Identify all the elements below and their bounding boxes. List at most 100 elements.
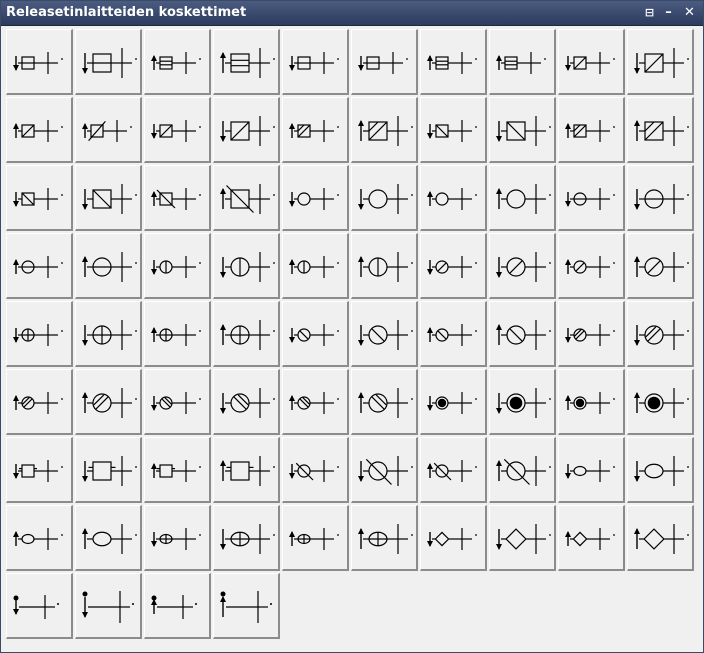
symbol-button-contact-large-ellipse-line-down[interactable] [627, 437, 694, 503]
symbol-button-contact-large-square-slash-down-b[interactable] [213, 97, 280, 163]
symbol-button-contact-small-ellipse-cross-up[interactable] [282, 505, 349, 571]
contact-small-square-split-up-c-icon [496, 52, 546, 74]
symbol-button-contact-small-circle-filled-down[interactable] [420, 369, 487, 435]
symbol-button-contact-large-square-backslash-down[interactable] [489, 97, 556, 163]
symbol-button-contact-small-square-slash-down[interactable] [558, 29, 625, 95]
symbol-button-contact-small-circle-backslash-down[interactable] [282, 301, 349, 367]
symbol-button-contact-small-square-lamp-down[interactable] [6, 437, 73, 503]
symbol-button-contact-small-ellipse-line-up[interactable] [6, 505, 73, 571]
symbol-button-contact-small-ellipse-cross-down[interactable] [144, 505, 211, 571]
symbol-button-contact-large-circle-up[interactable] [489, 165, 556, 231]
minimize-button[interactable]: – [660, 4, 677, 21]
symbol-button-contact-small-circle-down[interactable] [282, 165, 349, 231]
symbol-button-contact-small-circle-v-down[interactable] [144, 233, 211, 299]
symbol-button-contact-small-circle-longslash-up[interactable] [420, 437, 487, 503]
symbol-button-contact-large-square-hatch-up[interactable] [351, 97, 418, 163]
symbol-button-contact-small-square-split-up-b[interactable] [420, 29, 487, 95]
symbol-button-contact-small-circle-backslash-up[interactable] [420, 301, 487, 367]
symbol-button-contact-large-diamond-up[interactable] [627, 505, 694, 571]
symbol-button-contact-large-ellipse-cross-down[interactable] [213, 505, 280, 571]
symbol-button-contact-large-circle-longslash-down[interactable] [351, 437, 418, 503]
symbol-button-contact-small-circle-hatch-down[interactable] [558, 301, 625, 367]
symbol-button-contact-large-circle-backslash-down[interactable] [351, 301, 418, 367]
symbol-button-contact-large-square-split-up[interactable] [213, 29, 280, 95]
symbol-button-contact-small-circle-h-down[interactable] [558, 165, 625, 231]
symbol-button-contact-large-ellipse-cross-up[interactable] [351, 505, 418, 571]
contact-large-circle-h-down-icon [634, 184, 689, 214]
symbol-button-contact-large-square-backslash-up-long[interactable] [213, 165, 280, 231]
symbol-button-contact-plain-up[interactable] [144, 573, 211, 639]
symbol-button-contact-large-square-down[interactable] [75, 29, 142, 95]
symbol-button-contact-small-diamond-up[interactable] [558, 505, 625, 571]
symbol-button-contact-large-circle-filled-down[interactable] [489, 369, 556, 435]
symbol-button-contact-large-square-lamp-down[interactable] [75, 437, 142, 503]
symbol-button-contact-small-circle-up[interactable] [420, 165, 487, 231]
symbol-button-contact-small-circle-cross-up[interactable] [144, 301, 211, 367]
symbol-button-contact-small-square-lamp-up[interactable] [144, 437, 211, 503]
contact-small-square-slash-down-icon [565, 52, 615, 74]
symbol-button-contact-small-square-backslash-up-long[interactable] [144, 165, 211, 231]
symbol-button-contact-large-circle-v-down[interactable] [213, 233, 280, 299]
symbol-button-contact-large-circle-h-up[interactable] [75, 233, 142, 299]
symbol-button-contact-large-circle-v-up[interactable] [351, 233, 418, 299]
symbol-button-contact-large-circle-h-down[interactable] [627, 165, 694, 231]
symbol-button-contact-small-circle-longslash-down[interactable] [282, 437, 349, 503]
pin-icon[interactable]: ⊟ [641, 4, 658, 21]
contact-palette-window: Releasetinlaitteiden koskettimet ⊟ – ✕ [0, 0, 704, 653]
symbol-button-contact-small-square-split-up-c[interactable] [489, 29, 556, 95]
symbol-button-contact-small-square-backslash-down-c[interactable] [6, 165, 73, 231]
close-button[interactable]: ✕ [681, 4, 698, 21]
symbol-button-contact-small-circle-bhatch-down[interactable] [144, 369, 211, 435]
symbol-button-contact-large-circle-cross-down[interactable] [75, 301, 142, 367]
contact-large-circle-h-up-icon [82, 252, 137, 282]
symbol-button-contact-plain-up-large[interactable] [213, 573, 280, 639]
symbol-button-contact-small-diamond-down[interactable] [420, 505, 487, 571]
symbol-button-contact-small-circle-v-up[interactable] [282, 233, 349, 299]
symbol-button-contact-small-square-down[interactable] [6, 29, 73, 95]
symbol-button-contact-large-square-hatch-up-b[interactable] [627, 97, 694, 163]
symbol-button-contact-large-circle-filled-up[interactable] [627, 369, 694, 435]
symbol-button-contact-large-square-lamp-up[interactable] [213, 437, 280, 503]
symbol-button-contact-large-circle-down[interactable] [351, 165, 418, 231]
contact-large-ellipse-line-up-icon [82, 524, 137, 554]
symbol-button-contact-large-circle-hatch-up[interactable] [75, 369, 142, 435]
contact-plain-up-icon [151, 595, 197, 619]
symbol-button-contact-large-circle-bhatch-up[interactable] [351, 369, 418, 435]
contact-small-circle-cross-down-icon [13, 324, 63, 346]
title-bar[interactable]: Releasetinlaitteiden koskettimet ⊟ – ✕ [1, 1, 703, 26]
symbol-button-contact-large-circle-cross-up[interactable] [213, 301, 280, 367]
symbol-button-contact-small-square-split-up[interactable] [144, 29, 211, 95]
symbol-button-contact-small-circle-hatch-up[interactable] [6, 369, 73, 435]
symbol-button-contact-small-square-slash-up-long[interactable] [75, 97, 142, 163]
symbol-button-contact-large-square-slash-down[interactable] [627, 29, 694, 95]
symbol-button-contact-large-circle-slash-up[interactable] [627, 233, 694, 299]
contact-small-circle-hatch-up-icon [13, 392, 63, 414]
symbol-button-contact-plain-down[interactable] [6, 573, 73, 639]
symbol-button-contact-small-square-slash-down-b[interactable] [144, 97, 211, 163]
symbol-button-contact-large-circle-bhatch-down[interactable] [213, 369, 280, 435]
symbol-button-contact-plain-down-large[interactable] [75, 573, 142, 639]
symbol-button-contact-large-circle-hatch-down[interactable] [627, 301, 694, 367]
symbol-button-contact-small-circle-slash-up[interactable] [558, 233, 625, 299]
symbol-button-contact-small-square-down-c[interactable] [351, 29, 418, 95]
symbol-button-contact-small-circle-h-up[interactable] [6, 233, 73, 299]
contact-large-circle-backslash-up-icon [496, 320, 551, 350]
symbol-button-contact-small-circle-bhatch-up[interactable] [282, 369, 349, 435]
symbol-button-contact-small-circle-filled-up[interactable] [558, 369, 625, 435]
symbol-button-contact-large-ellipse-line-up[interactable] [75, 505, 142, 571]
symbol-button-contact-large-circle-backslash-up[interactable] [489, 301, 556, 367]
symbol-button-contact-small-square-slash-up[interactable] [6, 97, 73, 163]
symbol-button-contact-small-square-hatch-up-b[interactable] [558, 97, 625, 163]
symbol-button-contact-small-circle-cross-down[interactable] [6, 301, 73, 367]
symbol-button-contact-small-square-hatch-up[interactable] [282, 97, 349, 163]
symbol-button-contact-large-diamond-down[interactable] [489, 505, 556, 571]
symbol-button-contact-small-square-backslash-down[interactable] [420, 97, 487, 163]
symbol-button-contact-large-circle-longslash-up[interactable] [489, 437, 556, 503]
symbol-button-contact-small-ellipse-line-down[interactable] [558, 437, 625, 503]
symbol-button-contact-small-square-down-b[interactable] [282, 29, 349, 95]
symbol-button-contact-small-circle-slash-down[interactable] [420, 233, 487, 299]
contact-large-circle-bhatch-down-icon [220, 388, 275, 418]
symbol-button-contact-large-square-backslash-down-c[interactable] [75, 165, 142, 231]
symbol-button-contact-large-circle-slash-down[interactable] [489, 233, 556, 299]
contact-large-circle-v-up-icon [358, 252, 413, 282]
